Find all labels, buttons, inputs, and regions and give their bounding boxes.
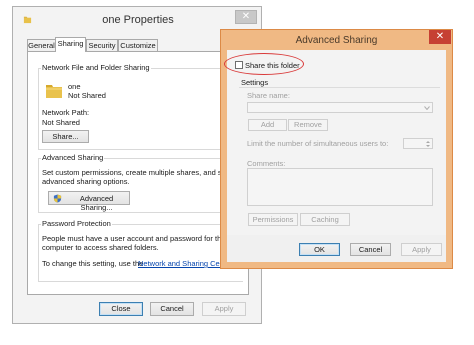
advanced-sharing-body: Share this folder Settings Share name: A… bbox=[227, 50, 446, 262]
chevron-down-icon bbox=[424, 106, 430, 110]
network-path-label: Network Path: bbox=[42, 108, 90, 117]
settings-divider bbox=[239, 87, 440, 88]
close-button[interactable]: Close bbox=[99, 302, 143, 316]
share-name-select[interactable] bbox=[247, 102, 433, 113]
settings-label: Settings bbox=[241, 78, 269, 87]
advanced-sharing-group: Advanced Sharing Set custom permissions,… bbox=[38, 153, 243, 213]
advanced-sharing-legend: Advanced Sharing bbox=[41, 153, 105, 162]
close-icon[interactable]: ✕ bbox=[429, 30, 451, 44]
spinner-arrows-icon bbox=[426, 141, 430, 147]
advanced-sharing-button-label: Advanced Sharing... bbox=[79, 194, 114, 212]
tab-customize[interactable]: Customize bbox=[118, 39, 158, 51]
advanced-sharing-desc-2: advanced sharing options. bbox=[42, 177, 130, 186]
comments-label: Comments: bbox=[247, 159, 286, 168]
tab-sharing[interactable]: Sharing bbox=[55, 37, 86, 52]
annotation-ring bbox=[224, 53, 304, 75]
window-title: one Properties bbox=[102, 14, 174, 26]
cancel-button[interactable]: Cancel bbox=[150, 302, 194, 316]
ok-button[interactable]: OK bbox=[299, 243, 340, 256]
tab-security[interactable]: Security bbox=[86, 39, 118, 51]
network-path-value: Not Shared bbox=[42, 118, 80, 127]
user-limit-spinner[interactable] bbox=[403, 138, 433, 149]
network-sharing-legend: Network File and Folder Sharing bbox=[41, 63, 151, 72]
password-protection-legend: Password Protection bbox=[41, 219, 112, 228]
share-name-label: Share name: bbox=[247, 91, 290, 100]
permissions-button[interactable]: Permissions bbox=[248, 213, 298, 226]
folder-icon bbox=[23, 16, 32, 24]
cancel-button[interactable]: Cancel bbox=[350, 243, 391, 256]
advanced-sharing-titlebar[interactable]: Advanced Sharing ✕ bbox=[221, 30, 452, 50]
network-sharing-group: Network File and Folder Sharing one Not … bbox=[38, 63, 243, 150]
password-desc-1: People must have a user account and pass… bbox=[42, 234, 227, 243]
advanced-sharing-desc-1: Set custom permissions, create multiple … bbox=[42, 168, 241, 177]
comments-textarea[interactable] bbox=[247, 168, 433, 206]
change-setting-text: To change this setting, use the bbox=[42, 259, 144, 268]
sharing-tab-pane: Network File and Folder Sharing one Not … bbox=[27, 51, 249, 295]
add-button[interactable]: Add bbox=[248, 119, 287, 131]
folder-name: one bbox=[68, 82, 81, 91]
share-button[interactable]: Share... bbox=[42, 130, 89, 143]
advanced-sharing-button[interactable]: Advanced Sharing... bbox=[48, 191, 130, 212]
network-sharing-center-link[interactable]: Network and Sharing Cente bbox=[138, 259, 230, 268]
caching-button[interactable]: Caching bbox=[300, 213, 350, 226]
folder-share-status: Not Shared bbox=[68, 91, 106, 100]
folder-icon bbox=[46, 85, 62, 98]
close-icon[interactable]: ✕ bbox=[235, 10, 257, 24]
password-protection-group: Password Protection People must have a u… bbox=[38, 219, 243, 282]
apply-button[interactable]: Apply bbox=[401, 243, 442, 256]
limit-users-label: Limit the number of simultaneous users t… bbox=[247, 139, 389, 148]
remove-button[interactable]: Remove bbox=[288, 119, 328, 131]
dialog-title: Advanced Sharing bbox=[295, 35, 378, 46]
apply-button[interactable]: Apply bbox=[202, 302, 246, 316]
uac-shield-icon bbox=[53, 194, 62, 203]
password-desc-2: computer to access shared folders. bbox=[42, 243, 159, 252]
tab-general[interactable]: General bbox=[27, 39, 56, 51]
